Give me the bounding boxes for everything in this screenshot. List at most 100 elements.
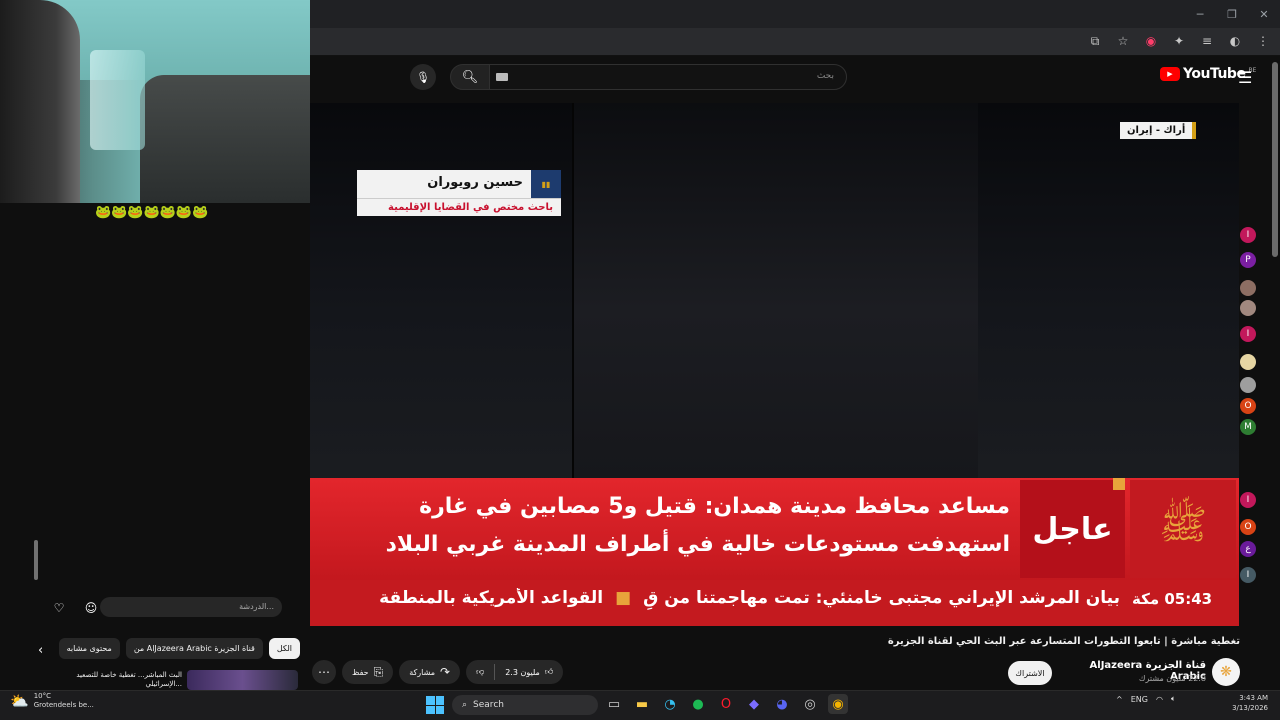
guest-role: باحث مختص في القضايا الإقليمية — [357, 198, 561, 216]
discord-icon[interactable]: ◕ — [772, 694, 792, 714]
more-actions-button[interactable]: ⋯ — [312, 660, 336, 684]
app-icon[interactable]: ◆ — [744, 694, 764, 714]
task-view-icon[interactable]: ▭ — [604, 694, 624, 714]
weather-text: 10°C Grotendeels be... — [34, 692, 94, 710]
weather-temp: 10°C — [33, 692, 51, 700]
chat-avatar[interactable]: M — [1240, 419, 1256, 435]
extension-icon[interactable]: ◉ — [1142, 32, 1160, 50]
more-icon: ⋯ — [318, 665, 330, 679]
like-count: 2.3 مليون — [505, 667, 540, 677]
ticker-text: بيان المرشد الإيراني مجتبى خامنئي: تمت م… — [310, 588, 1120, 612]
subscribe-button[interactable]: الاشتراك — [1008, 661, 1052, 685]
ticker-separator: ■ — [615, 588, 632, 608]
search-button[interactable]: 🔍︎ — [450, 64, 490, 90]
filter-chips: الكل من AlJazeera Arabic قناة الجزيرة مح… — [30, 636, 310, 660]
chat-avatar[interactable]: ع — [1240, 541, 1256, 557]
bookmark-icon: ⎘ — [373, 664, 384, 679]
heart-button[interactable]: ♡ — [48, 597, 70, 619]
taskbar-search-label: Search — [473, 700, 504, 710]
chip-related[interactable]: محتوى مشابه — [58, 637, 120, 659]
video-night-panel — [572, 103, 978, 478]
taskbar-search[interactable]: ⌕ Search — [452, 695, 598, 715]
like-dislike-group: 👎︎ 2.3 مليون 👍︎ — [466, 660, 564, 684]
chat-avatar[interactable]: O — [1240, 398, 1256, 414]
chat-avatar[interactable] — [1240, 300, 1256, 316]
save-button[interactable]: حفظ ⎘ — [342, 660, 394, 684]
ticker-item: بيان المرشد الإيراني مجتبى خامنئي: تمت م… — [643, 588, 1120, 608]
emoji-button[interactable]: ☺ — [80, 597, 102, 619]
search-icon: ⌕ — [462, 700, 468, 710]
language-indicator[interactable]: ENG — [1131, 695, 1148, 704]
clock-time: 3:43 AM — [1239, 694, 1268, 702]
save-label: حفظ — [352, 667, 369, 677]
location-tag: أراك - إيران — [1120, 122, 1197, 139]
browser-toolbar: ⧉ ☆ ◉ ✦ ≡ ◐ ⋮ — [1086, 32, 1272, 50]
steam-icon[interactable]: ◎ — [800, 694, 820, 714]
chat-avatar[interactable]: I — [1240, 492, 1256, 508]
guest-logo-icon: ▮▮ — [531, 170, 561, 198]
share-icon: ↷ — [440, 665, 451, 679]
file-explorer-icon[interactable]: ▬ — [632, 694, 652, 714]
chat-avatar[interactable]: O — [1240, 519, 1256, 535]
webcam-couch — [140, 75, 310, 203]
window-controls: ─ ❐ ✕ — [1184, 0, 1280, 28]
webcam-person — [0, 0, 80, 203]
thumbs-up-icon: 👍︎ — [544, 667, 554, 676]
chat-avatar[interactable]: I — [1240, 227, 1256, 243]
chat-input[interactable]: الدردشة... — [100, 597, 282, 617]
page-scrollbar[interactable] — [1272, 62, 1278, 257]
minimize-button[interactable]: ─ — [1184, 0, 1216, 28]
voice-search-button[interactable]: 🎙︎ — [410, 64, 436, 90]
channel-avatar[interactable]: ❋ — [1212, 658, 1240, 686]
taskbar-apps: ▭ ▬ ◔ ● O ◆ ◕ ◎ ◉ — [604, 694, 848, 714]
video-title: تغطية مباشرة | تابعوا التطورات المتسارعة… — [887, 636, 1240, 647]
chrome-icon[interactable]: ◉ — [828, 694, 848, 714]
breaking-line-1: مساعد محافظ مدينة همدان: قتيل و5 مصابين … — [419, 494, 1010, 519]
share-button[interactable]: مشاركة ↷ — [399, 660, 461, 684]
webcam-light — [90, 50, 145, 150]
system-tray: ^ ENG ◠ 🔈︎ — [1116, 694, 1176, 704]
keyboard-icon[interactable] — [496, 73, 508, 81]
chip-all[interactable]: الكل — [268, 637, 300, 659]
chat-avatar[interactable] — [1240, 354, 1256, 370]
edge-icon[interactable]: ◔ — [660, 694, 680, 714]
spotify-icon[interactable]: ● — [688, 694, 708, 714]
hamburger-menu-icon[interactable]: ☰ — [1238, 68, 1252, 87]
opera-icon[interactable]: O — [716, 694, 736, 714]
cast-icon[interactable]: ⧉ — [1086, 32, 1104, 50]
breaking-news-text: مساعد محافظ مدينة همدان: قتيل و5 مصابين … — [330, 488, 1010, 564]
chat-avatar[interactable] — [1240, 280, 1256, 296]
more-icon[interactable]: ⋮ — [1254, 32, 1272, 50]
profile-icon[interactable]: ◐ — [1226, 32, 1244, 50]
chevron-up-icon[interactable]: ^ — [1116, 695, 1123, 704]
volume-icon[interactable]: 🔈︎ — [1171, 694, 1176, 704]
related-video-thumbnail[interactable] — [187, 670, 298, 690]
weather-desc: Grotendeels be... — [33, 701, 94, 709]
windows-start-icon[interactable] — [426, 696, 444, 714]
clock-date: 3/13/2026 — [1232, 704, 1268, 712]
star-icon[interactable]: ☆ — [1114, 32, 1132, 50]
subscriber-count: 22.8 مليون مشترك — [1138, 674, 1206, 683]
chat-avatar[interactable]: P — [1240, 252, 1256, 268]
chat-scrollbar[interactable] — [34, 540, 38, 580]
puzzle-icon[interactable]: ✦ — [1170, 32, 1188, 50]
wifi-icon[interactable]: ◠ — [1156, 695, 1163, 704]
chat-avatar[interactable]: I — [1240, 567, 1256, 583]
like-button[interactable]: 2.3 مليون 👍︎ — [495, 667, 563, 677]
aljazeera-logo-icon: ﷺ — [1130, 480, 1236, 578]
close-button[interactable]: ✕ — [1248, 0, 1280, 28]
related-video-title[interactable]: البث المباشر... تغطية خاصة للتصعيد الإسر… — [70, 671, 182, 689]
system-clock[interactable]: 3:43 AM 3/13/2026 — [1224, 693, 1268, 713]
search-input[interactable]: بحث — [488, 64, 847, 90]
dislike-button[interactable]: 👎︎ — [466, 667, 494, 677]
chat-emoji-row: 🐸🐸🐸🐸🐸🐸🐸 — [95, 205, 209, 220]
weather-widget[interactable]: ⛅ 10°C Grotendeels be... — [10, 692, 94, 710]
search-icon: 🔍︎ — [461, 69, 479, 85]
list-icon[interactable]: ≡ — [1198, 32, 1216, 50]
chat-avatar[interactable]: I — [1240, 326, 1256, 342]
ticker-time: 05:43 مكة — [1132, 590, 1213, 608]
chip-channel[interactable]: من AlJazeera Arabic قناة الجزيرة — [125, 637, 263, 659]
maximize-button[interactable]: ❐ — [1216, 0, 1248, 28]
chat-avatar[interactable] — [1240, 377, 1256, 393]
thumbs-down-icon: 👎︎ — [476, 667, 485, 676]
